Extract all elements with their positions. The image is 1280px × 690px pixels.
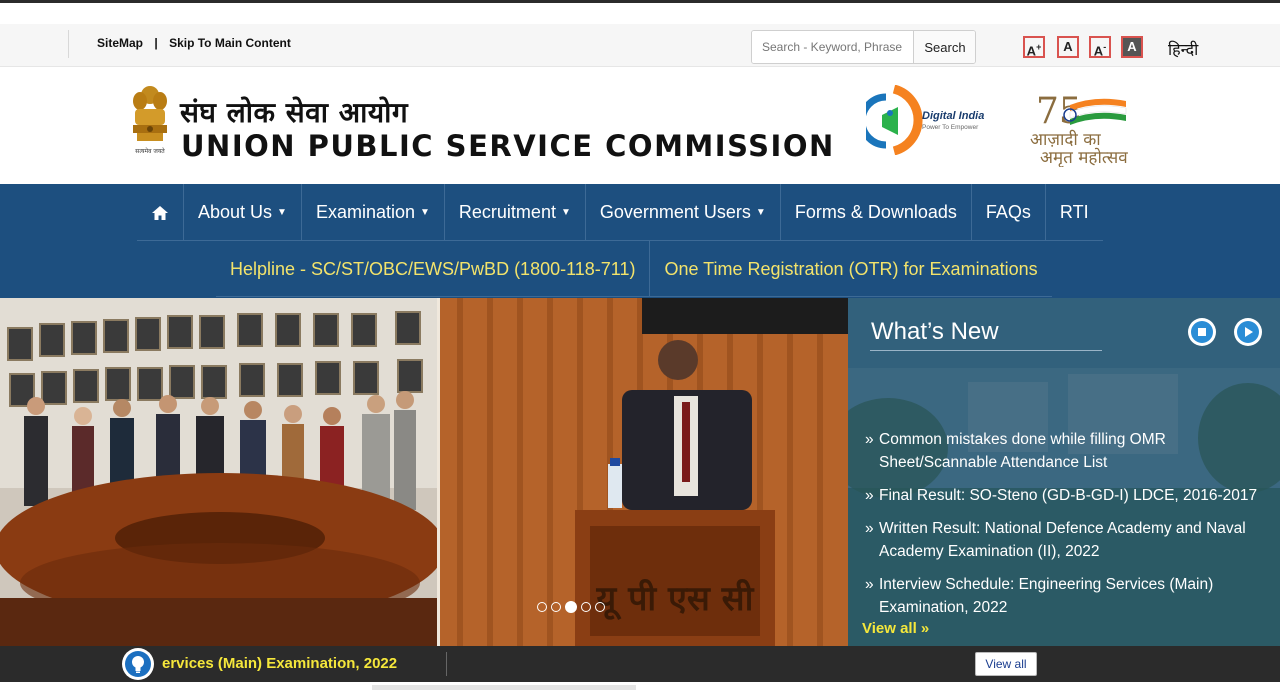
nav-forms-downloads-label: Forms & Downloads [794, 202, 957, 222]
play-icon [1237, 321, 1259, 343]
nav-otr-link[interactable]: One Time Registration (OTR) for Examinat… [650, 241, 1051, 297]
nav-primary-row: About Us ▼ Examination ▼ Recruitment ▼ Gove… [137, 184, 1103, 241]
whats-new-list: Common mistakes done while filling OMR S… [865, 428, 1275, 629]
nav-forms-downloads[interactable]: Forms & Downloads [781, 184, 972, 241]
utility-links: SiteMap | Skip To Main Content [97, 36, 297, 50]
utility-bar: SiteMap | Skip To Main Content Search A+… [0, 24, 1280, 67]
search-button[interactable]: Search [913, 31, 975, 63]
nav-secondary-row: Helpline - SC/ST/OBC/EWS/PwBD (1800-118-… [216, 241, 1052, 297]
search-input[interactable] [752, 31, 913, 63]
bulb-icon-inner [125, 651, 151, 677]
azadi-line1: आज़ादी का [1030, 129, 1101, 150]
whats-new-item[interactable]: Final Result: SO-Steno (GD-B-GD-I) LDCE,… [865, 484, 1275, 507]
link-separator: | [154, 36, 158, 50]
nav-government-users-label: Government Users [599, 202, 751, 222]
caret-down-icon: ▼ [420, 207, 430, 218]
font-increase-button[interactable]: A+ [1023, 36, 1045, 58]
azadi-line2: अमृत महोत्सव [1040, 147, 1128, 167]
nav-about-us-label: About Us [198, 202, 273, 222]
site-header: सत्यमेव जयते संघ लोक सेवा आयोग UNION PUB… [0, 67, 1280, 184]
sitemap-link[interactable]: SiteMap [97, 36, 143, 50]
slider-dot[interactable] [581, 602, 591, 612]
lectern-text: यू पी एस सी [596, 578, 755, 621]
whats-new-underline [870, 350, 1102, 351]
font-increase-sup: + [1036, 42, 1042, 52]
ticker-view-all-button[interactable]: View all [975, 652, 1037, 676]
whats-new-panel: What’s New Common mistakes done while fi… [848, 298, 1280, 646]
whats-new-item[interactable]: Written Result: National Defence Academy… [865, 517, 1275, 563]
slider-dots [537, 601, 605, 613]
whats-new-title: What’s New [871, 318, 999, 345]
font-increase-label: A [1026, 43, 1037, 59]
news-ticker: ervices (Main) Examination, 2022 View al… [0, 646, 1280, 682]
digital-india-text: Digital India [922, 110, 984, 122]
slider-dot[interactable] [537, 602, 547, 612]
font-decrease-label: A [1093, 43, 1104, 59]
digital-india-tagline: Power To Empower [922, 124, 979, 131]
font-decrease-sup: - [1103, 42, 1107, 52]
bulb-icon [122, 648, 154, 680]
nav-rti[interactable]: RTI [1046, 184, 1103, 241]
font-normal-button[interactable]: A [1057, 36, 1079, 58]
home-icon [152, 205, 168, 220]
caret-down-icon: ▼ [755, 207, 766, 218]
nav-faqs[interactable]: FAQs [972, 184, 1046, 241]
slider-dot[interactable] [551, 602, 561, 612]
whats-new-view-all-link[interactable]: View all » [862, 620, 929, 637]
main-navigation: About Us ▼ Examination ▼ Recruitment ▼ Gove… [0, 184, 1280, 298]
font-decrease-button[interactable]: A- [1089, 36, 1111, 58]
national-emblem-icon[interactable]: सत्यमेव जयते [128, 85, 172, 159]
top-border [0, 0, 1280, 3]
ticker-divider [446, 652, 447, 676]
nav-recruitment[interactable]: Recruitment ▼ [445, 184, 586, 241]
search-box: Search [751, 30, 976, 64]
slider-dot-active[interactable] [565, 601, 577, 613]
nav-about-us[interactable]: About Us ▼ [184, 184, 302, 241]
nav-rti-label: RTI [1059, 202, 1089, 222]
lightbulb-icon [132, 656, 144, 673]
nav-faqs-label: FAQs [985, 202, 1031, 222]
hindi-language-link[interactable]: हिन्दी [1168, 38, 1198, 60]
nav-helpline-link[interactable]: Helpline - SC/ST/OBC/EWS/PwBD (1800-118-… [216, 241, 651, 297]
font-normal-label: A [1063, 39, 1073, 54]
title-hindi[interactable]: संघ लोक सेवा आयोग [180, 93, 408, 131]
stop-icon [1191, 321, 1213, 343]
nav-examination[interactable]: Examination ▼ [302, 184, 445, 241]
slider-dot[interactable] [595, 602, 605, 612]
azadi-ka-amrit-mahotsav-logo[interactable]: 75 आज़ादी का अमृत महोत्सव [1026, 85, 1146, 167]
high-contrast-label: A [1127, 39, 1137, 54]
nav-examination-label: Examination [315, 202, 416, 222]
emblem-caption: सत्यमेव जयते [135, 147, 165, 155]
title-english[interactable]: UNION PUBLIC SERVICE COMMISSION [181, 129, 835, 163]
caret-down-icon: ▼ [277, 207, 287, 218]
nav-home[interactable] [137, 184, 184, 241]
stop-button[interactable] [1188, 318, 1216, 346]
image-slider[interactable]: यू पी एस सी [0, 298, 848, 646]
caret-down-icon: ▼ [560, 207, 571, 218]
play-button[interactable] [1234, 318, 1262, 346]
slider-photo: यू पी एस सी [0, 298, 848, 646]
nav-recruitment-label: Recruitment [458, 202, 556, 222]
skip-to-content-link[interactable]: Skip To Main Content [169, 36, 291, 50]
whats-new-item[interactable]: Common mistakes done while filling OMR S… [865, 428, 1275, 474]
whats-new-item[interactable]: Interview Schedule: Engineering Services… [865, 573, 1275, 619]
high-contrast-button[interactable]: A [1121, 36, 1143, 58]
digital-india-logo[interactable]: Digital India Power To Empower [866, 85, 991, 155]
bottom-strip [372, 685, 636, 690]
nav-government-users[interactable]: Government Users ▼ [586, 184, 781, 241]
ticker-text[interactable]: ervices (Main) Examination, 2022 [162, 655, 397, 672]
divider [68, 30, 69, 58]
